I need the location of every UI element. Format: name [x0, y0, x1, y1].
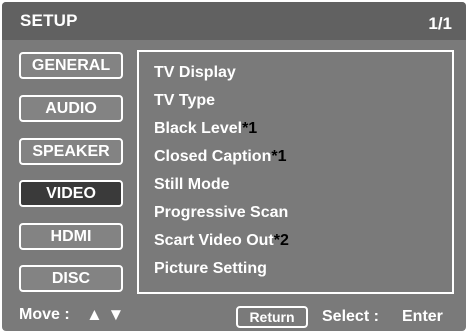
menu-item-label: Progressive Scan [154, 204, 289, 221]
menu-item-label: Closed Caption [154, 148, 272, 165]
tab-hdmi[interactable]: HDMI [19, 223, 123, 250]
page-indicator: 1/1 [428, 14, 452, 33]
menu-item-tv-type[interactable]: TV Type [154, 92, 215, 110]
tab-label: SPEAKER [32, 142, 110, 160]
menu-item-label: Scart Video Out [154, 232, 274, 249]
menu-item-label: Still Mode [154, 176, 230, 193]
menu-item-tv-display[interactable]: TV Display [154, 64, 236, 82]
tab-audio[interactable]: AUDIO [19, 95, 123, 122]
menu-item-label: TV Type [154, 92, 216, 109]
select-hint-label: Select : [322, 308, 379, 325]
tab-speaker[interactable]: SPEAKER [19, 138, 123, 165]
tab-label: AUDIO [45, 99, 97, 117]
title-bar: SETUP 1/1 [2, 2, 466, 40]
footnote-marker: *2 [273, 232, 289, 249]
menu-item-scart-video-out[interactable]: Scart Video Out*2 [154, 232, 289, 250]
tab-label: VIDEO [46, 184, 96, 202]
menu-item-still-mode[interactable]: Still Mode [154, 176, 230, 194]
tab-video[interactable]: VIDEO [19, 180, 123, 207]
return-button[interactable]: Return [236, 306, 308, 328]
menu-item-label: Picture Setting [154, 260, 267, 277]
tab-label: DISC [51, 269, 91, 287]
tab-disc[interactable]: DISC [19, 265, 123, 292]
menu-item-progressive-scan[interactable]: Progressive Scan [154, 204, 288, 222]
tab-label: HDMI [50, 227, 92, 245]
enter-hint-label: Enter [402, 308, 443, 325]
menu-item-black-level[interactable]: Black Level*1 [154, 120, 257, 138]
menu-item-label: Black Level [154, 120, 243, 137]
tab-label: GENERAL [31, 56, 111, 74]
footnote-marker: *1 [271, 148, 287, 165]
video-settings-panel: TV Display TV Type Black Level*1 Closed … [137, 50, 454, 294]
tab-general[interactable]: GENERAL [19, 52, 123, 79]
menu-item-label: TV Display [154, 64, 236, 81]
return-button-label: Return [249, 309, 295, 325]
move-hint-label: Move : [19, 306, 70, 323]
menu-item-closed-caption[interactable]: Closed Caption*1 [154, 148, 286, 166]
menu-item-picture-setting[interactable]: Picture Setting [154, 260, 267, 278]
window-title: SETUP [20, 11, 78, 30]
up-down-arrow-icon: ▲ ▼ [86, 305, 125, 324]
footnote-marker: *1 [242, 120, 258, 137]
